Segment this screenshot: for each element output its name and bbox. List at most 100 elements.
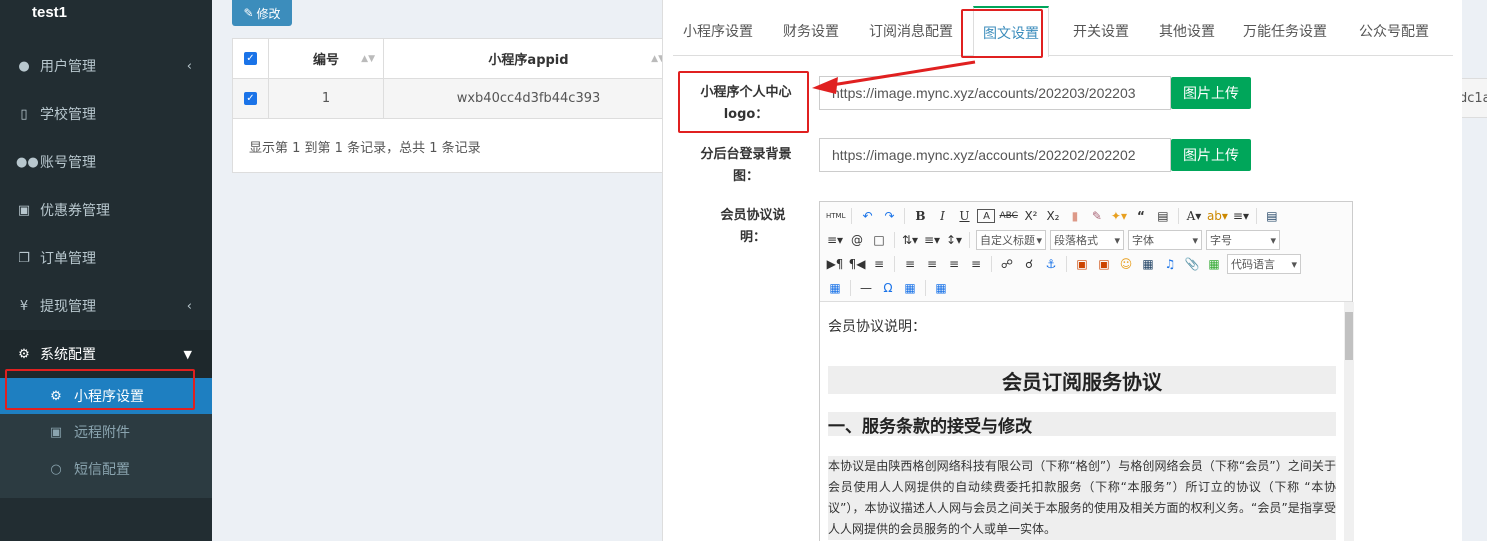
editor-toolbar: HTML ↶ ↷ B I U A ABC X² X₂ ▮ ✎ ✦▾ “ ▤ A▾…: [820, 202, 1352, 302]
background-color-icon[interactable]: ab▾: [1207, 206, 1228, 226]
code-language-select[interactable]: 代码语言 ▾: [1227, 254, 1301, 274]
horizontal-rule-icon[interactable]: —: [857, 278, 875, 298]
column-header-appid[interactable]: 小程序appid ▲▼: [384, 39, 673, 79]
html-source-icon[interactable]: HTML: [826, 206, 845, 226]
sidebar-subitem-sms-config[interactable]: ○ 短信配置: [0, 451, 212, 487]
strikethrough-icon[interactable]: ABC: [999, 206, 1017, 226]
multi-image-icon[interactable]: ▣: [1095, 254, 1113, 274]
anchor-text-icon[interactable]: @: [848, 230, 866, 250]
ltr-icon[interactable]: ▶¶: [826, 254, 844, 274]
scrollbar-thumb[interactable]: [1345, 312, 1353, 360]
upload-logo-button[interactable]: 图片上传: [1171, 77, 1251, 109]
tab-finance[interactable]: 财务设置: [773, 6, 849, 56]
map-icon[interactable]: ▦: [1205, 254, 1223, 274]
data-table: ✓ 编号 ▲▼ 小程序appid ▲▼ ✓ 1 wxb40cc4d3fb44c3…: [232, 38, 673, 173]
sidebar-subitem-remote-attachments[interactable]: ▣ 远程附件: [0, 414, 212, 450]
rich-text-editor[interactable]: HTML ↶ ↷ B I U A ABC X² X₂ ▮ ✎ ✦▾ “ ▤ A▾…: [819, 201, 1354, 541]
tab-subscription[interactable]: 订阅消息配置: [861, 6, 961, 56]
unordered-list-icon[interactable]: ≡▾: [826, 230, 844, 250]
caret-icon: ▾: [1270, 233, 1276, 247]
sort-icon: ▲▼: [361, 53, 375, 64]
tab-official-account[interactable]: 公众号配置: [1349, 6, 1439, 56]
italic-icon[interactable]: I: [933, 206, 951, 226]
sidebar-item-coupons[interactable]: ▣ 优惠券管理: [0, 186, 212, 234]
unlink-icon[interactable]: ☌: [1020, 254, 1038, 274]
upload-background-button[interactable]: 图片上传: [1171, 139, 1251, 171]
rtl-icon[interactable]: ¶◀: [848, 254, 866, 274]
row-spacing-icon[interactable]: ↕▾: [945, 230, 963, 250]
column-header-label: 小程序appid: [488, 53, 569, 68]
indent-icon[interactable]: ≡: [870, 254, 888, 274]
template-icon[interactable]: ▦: [826, 278, 844, 298]
checkbox-icon[interactable]: ✓: [244, 92, 257, 105]
tab-universal-task[interactable]: 万能任务设置: [1235, 6, 1335, 56]
checkbox-icon[interactable]: ✓: [244, 52, 257, 65]
logo-url-input[interactable]: https://image.mync.xyz/accounts/202203/2…: [819, 76, 1171, 110]
toolbar-row-1: HTML ↶ ↷ B I U A ABC X² X₂ ▮ ✎ ✦▾ “ ▤ A▾…: [826, 204, 1281, 228]
tab-graphic[interactable]: 图文设置: [973, 6, 1049, 57]
heading-select[interactable]: 自定义标题 ▾: [976, 230, 1046, 250]
table-icon[interactable]: ▦: [932, 278, 950, 298]
superscript-icon[interactable]: X²: [1022, 206, 1040, 226]
select-all-checkbox-cell[interactable]: ✓: [233, 39, 269, 79]
align-center-icon[interactable]: ≡: [923, 254, 941, 274]
tab-switches[interactable]: 开关设置: [1063, 6, 1139, 56]
agreement-title: 会员订阅服务协议: [828, 366, 1336, 394]
eraser-icon[interactable]: ▮: [1066, 206, 1084, 226]
image-insert-icon[interactable]: ▣: [1073, 254, 1091, 274]
row-checkbox-cell[interactable]: ✓: [233, 79, 269, 119]
sidebar-item-accounts[interactable]: ●● 账号管理: [0, 138, 212, 186]
sidebar-item-withdraw[interactable]: ¥ 提现管理 ‹: [0, 282, 212, 330]
sidebar-item-label: 系统配置: [40, 347, 96, 363]
paragraph-spacing-icon[interactable]: ≡▾: [923, 230, 941, 250]
column-header-id[interactable]: 编号 ▲▼: [269, 39, 384, 79]
settings-modal: 小程序设置 财务设置 订阅消息配置 图文设置 开关设置 其他设置 万能任务设置 …: [662, 0, 1462, 541]
fullscreen-icon[interactable]: ▤: [1263, 206, 1281, 226]
paragraph-format-select[interactable]: 段落格式 ▾: [1050, 230, 1124, 250]
sidebar-subitem-miniprogram-settings[interactable]: ⚙ 小程序设置: [0, 378, 212, 414]
auto-format-icon[interactable]: ✦▾: [1110, 206, 1128, 226]
font-color-icon[interactable]: A▾: [1185, 206, 1203, 226]
sidebar-item-label: 用户管理: [40, 59, 96, 75]
link-icon[interactable]: ☍: [998, 254, 1016, 274]
underline-icon[interactable]: U: [955, 206, 973, 226]
font-family-select[interactable]: 字体 ▾: [1128, 230, 1202, 250]
attachment-icon[interactable]: 📎: [1183, 254, 1201, 274]
redo-icon[interactable]: ↷: [880, 206, 898, 226]
ordered-list-icon[interactable]: ≡▾: [1232, 206, 1250, 226]
anchor-icon[interactable]: ⚓: [1042, 254, 1060, 274]
background-url-input[interactable]: https://image.mync.xyz/accounts/202202/2…: [819, 138, 1171, 172]
modal-edge: [1457, 0, 1462, 256]
pagination-info: 显示第 1 到第 1 条记录，总共 1 条记录: [249, 141, 481, 156]
line-height-icon[interactable]: ⇅▾: [901, 230, 919, 250]
video-icon[interactable]: ▦: [1139, 254, 1157, 274]
sidebar-item-orders[interactable]: ❐ 订单管理: [0, 234, 212, 282]
format-brush-icon[interactable]: ✎: [1088, 206, 1106, 226]
align-right-icon[interactable]: ≡: [945, 254, 963, 274]
paste-plain-icon[interactable]: ▤: [1154, 206, 1172, 226]
border-text-icon[interactable]: A: [977, 209, 996, 223]
editor-scrollbar[interactable]: [1344, 302, 1354, 541]
align-left-icon[interactable]: ≡: [901, 254, 919, 274]
edit-button[interactable]: ✎ 修改: [232, 0, 292, 26]
font-size-select[interactable]: 字号 ▾: [1206, 230, 1280, 250]
tab-other[interactable]: 其他设置: [1149, 6, 1225, 56]
username: test1: [32, 4, 68, 21]
blockquote-icon[interactable]: “: [1132, 206, 1150, 226]
editor-content[interactable]: 会员协议说明： 会员订阅服务协议 一、服务条款的接受与修改 本协议是由陕西格创网…: [820, 302, 1344, 541]
select-value: 代码语言: [1231, 258, 1275, 271]
undo-icon[interactable]: ↶: [858, 206, 876, 226]
sidebar-item-system-config[interactable]: ⚙ 系统配置 ▼: [0, 330, 212, 378]
subscript-icon[interactable]: X₂: [1044, 206, 1062, 226]
sidebar-item-school[interactable]: ▯ 学校管理: [0, 90, 212, 138]
select-value: 段落格式: [1054, 234, 1098, 247]
search-replace-icon[interactable]: ▦: [901, 278, 919, 298]
page-icon[interactable]: □: [870, 230, 888, 250]
music-icon[interactable]: ♫: [1161, 254, 1179, 274]
special-char-icon[interactable]: Ω: [879, 278, 897, 298]
sidebar-item-users[interactable]: ● 用户管理 ‹: [0, 42, 212, 90]
bold-icon[interactable]: B: [911, 206, 929, 226]
emoticon-icon[interactable]: ☺: [1117, 254, 1135, 274]
tab-miniprogram[interactable]: 小程序设置: [673, 6, 763, 56]
align-justify-icon[interactable]: ≡: [967, 254, 985, 274]
